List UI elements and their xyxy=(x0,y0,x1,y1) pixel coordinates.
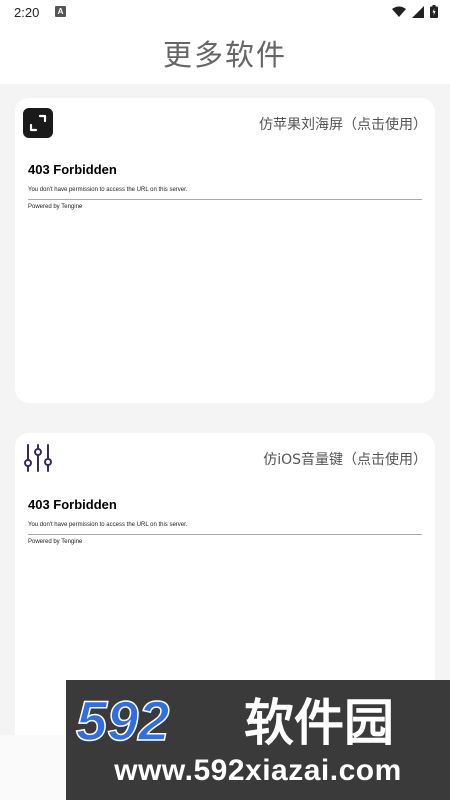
notification-a-icon: A xyxy=(55,6,66,17)
page-title: 更多软件 xyxy=(162,38,287,72)
divider xyxy=(28,199,422,200)
error-title: 403 Forbidden xyxy=(28,497,117,512)
card-label[interactable]: 仿iOS音量键（点击使用） xyxy=(263,449,427,469)
svg-text:软件园: 软件园 xyxy=(244,694,394,748)
error-page: 403 Forbidden You don't have permission … xyxy=(28,162,422,210)
divider xyxy=(28,534,422,535)
card-label[interactable]: 仿苹果刘海屏（点击使用） xyxy=(259,114,427,134)
signal-icon xyxy=(412,5,424,18)
error-message: You don't have permission to access the … xyxy=(28,522,188,528)
status-bar: 2:20 A xyxy=(0,0,450,24)
error-message: You don't have permission to access the … xyxy=(28,187,188,193)
svg-text:592: 592 xyxy=(76,692,169,748)
app-card-notch[interactable]: 仿苹果刘海屏（点击使用） 403 Forbidden You don't hav… xyxy=(15,98,435,403)
battery-icon xyxy=(430,5,438,18)
header: 更多软件 xyxy=(0,24,450,84)
sliders-icon xyxy=(24,444,52,472)
status-time: 2:20 xyxy=(14,5,40,20)
watermark-url: www.592xiazai.com xyxy=(114,754,402,787)
wifi-icon xyxy=(392,6,406,17)
expand-icon xyxy=(23,108,53,138)
status-icons xyxy=(392,5,438,18)
error-footer: Powered by Tengine xyxy=(28,539,83,545)
watermark-logo: 592 软件园 xyxy=(75,692,394,748)
error-footer: Powered by Tengine xyxy=(28,204,83,210)
error-page: 403 Forbidden You don't have permission … xyxy=(28,497,422,545)
error-title: 403 Forbidden xyxy=(28,162,117,177)
watermark: 592 软件园 www.592xiazai.com xyxy=(66,680,450,800)
